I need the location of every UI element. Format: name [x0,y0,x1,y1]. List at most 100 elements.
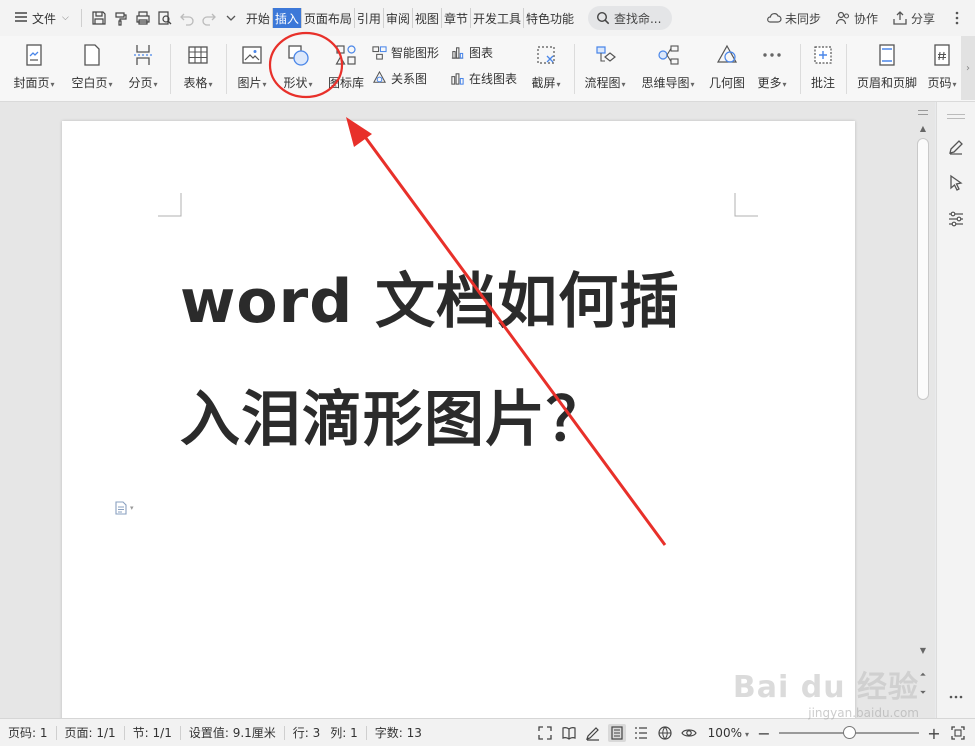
adjust-settings-button[interactable] [945,208,967,230]
status-page-code[interactable]: 页码: 1 [0,724,56,741]
paragraph-layout-button[interactable]: ▾ [114,501,134,515]
scrollbar-thumb[interactable] [917,138,929,400]
status-section[interactable]: 节: 1/1 [125,724,180,741]
status-column[interactable]: 列: 1 [322,724,366,741]
status-word-count[interactable]: 字数: 13 [367,724,430,741]
zoom-in-button[interactable]: + [925,724,943,743]
reading-mode-button[interactable] [560,724,578,742]
save-button[interactable] [88,6,110,30]
tab-section[interactable]: 章节 [442,8,471,28]
sync-status-button[interactable]: 未同步 [766,10,821,27]
document-text-line-2[interactable]: 入泪滴形图片？ [180,371,607,458]
tab-special-features[interactable]: 特色功能 [524,8,576,28]
print-preview-button[interactable] [154,6,176,30]
icon-library-button[interactable]: 图标库 [324,36,368,91]
online-chart-button[interactable]: 在线图表 [450,70,517,87]
print-preview-icon [158,11,172,25]
customize-toolbar-button[interactable] [220,6,242,30]
picture-button[interactable]: 图片▾ [232,36,272,91]
geometry-icon [714,42,740,68]
zoom-slider[interactable] [779,726,919,739]
tab-label: 开发工具 [472,11,521,26]
flowchart-button[interactable]: 流程图▾ [580,36,630,91]
scroll-down-button[interactable]: ▼ [918,646,928,655]
divider [800,44,801,94]
scroll-split-mark [918,110,928,111]
fullscreen-button[interactable] [536,724,554,742]
page-view-button[interactable] [607,724,626,742]
mind-map-button[interactable]: 思维导图▾ [636,36,700,91]
tab-insert[interactable]: 插入 [272,8,302,28]
fit-page-button[interactable] [949,724,967,742]
picture-icon [239,42,265,68]
tab-references[interactable]: 引用 [355,8,384,28]
scroll-up-button[interactable]: ▲ [918,124,928,133]
zoom-slider-knob[interactable] [842,726,856,739]
tab-label: 视图 [414,11,439,26]
status-row[interactable]: 行: 3 [285,724,323,741]
select-cursor-button[interactable] [945,172,967,194]
tab-home[interactable]: 开始 [244,8,273,28]
screenshot-button[interactable]: 截屏▾ [524,36,568,91]
table-button[interactable]: 表格▾ [176,36,220,91]
page-break-label: 分页 [128,76,153,90]
online-chart-icon [451,73,464,85]
cover-page-button[interactable]: 封面页▾ [8,36,60,91]
tab-label: 特色功能 [525,11,574,26]
page-number-button[interactable]: 页码▾ [924,36,960,91]
command-search-input[interactable]: 查找命... [587,6,672,30]
zoom-level-value: 100% [707,726,742,740]
smartart-button[interactable]: 智能图形 [372,44,439,61]
geometry-button[interactable]: 几何图 [706,36,748,91]
relation-chart-button[interactable]: 关系图 [372,70,427,87]
web-view-button[interactable] [656,724,674,742]
more-horizontal-icon [759,42,785,68]
next-page-button[interactable]: ⏷ [918,688,928,698]
globe-icon [658,726,672,740]
file-menu-button[interactable]: 文件 ⌵ [0,5,75,31]
file-menu-label: 文件 [32,11,57,26]
shape-button[interactable]: 形状▾ [276,36,320,91]
vertical-scrollbar[interactable]: ▲ ▼ ⏶ ⏷ [914,102,932,718]
panel-more-button[interactable] [945,686,967,708]
crop-mark-top-right [734,193,758,217]
write-mode-button[interactable] [584,724,602,742]
header-footer-icon [874,42,900,68]
comment-label: 批注 [810,76,835,90]
eye-protection-button[interactable] [680,724,698,742]
document-text-line-1[interactable]: word 文档如何插 [180,253,680,340]
outline-view-button[interactable] [632,724,650,742]
redo-button[interactable] [198,6,220,30]
document-page[interactable]: word 文档如何插 入泪滴形图片？ ▾ [62,121,855,718]
format-painter-icon [115,12,127,26]
print-button[interactable] [132,6,154,30]
format-painter-button[interactable] [110,6,132,30]
undo-button[interactable] [176,6,198,30]
page-view-icon [611,726,623,740]
blank-page-button[interactable]: 空白页▾ [66,36,118,91]
status-setting-value[interactable]: 设置值: 9.1厘米 [181,724,284,741]
tab-review[interactable]: 审阅 [384,8,413,28]
tab-developer[interactable]: 开发工具 [471,8,524,28]
previous-page-button[interactable]: ⏶ [918,670,928,680]
status-page[interactable]: 页面: 1/1 [57,724,124,741]
header-footer-button[interactable]: 页眉和页脚 [852,36,922,91]
tab-page-layout[interactable]: 页面布局 [302,8,355,28]
edit-pen-button[interactable] [945,136,967,158]
chart-button[interactable]: 图表 [450,44,493,61]
tab-view[interactable]: 视图 [413,8,442,28]
ribbon-scroll-right-button[interactable]: › [961,36,975,100]
page-break-button[interactable]: 分页▾ [122,36,164,91]
tab-label: 审阅 [385,11,410,26]
zoom-level-dropdown[interactable]: 100% ▾ [708,726,749,740]
zoom-out-button[interactable]: − [755,724,773,743]
menu-bar: 文件 ⌵ 开始 插入 页面布局 引用 审阅 视图 章节 开发工具 特色功能 查找… [0,0,975,36]
collaborate-button[interactable]: 协作 [835,10,878,27]
comment-button[interactable]: 批注 [806,36,840,91]
page-number-icon [929,42,955,68]
more-options-button[interactable] [949,10,965,26]
share-button[interactable]: 分享 [892,10,935,27]
more-button[interactable]: 更多▾ [752,36,792,91]
printer-icon [136,11,150,25]
page-number-label: 页码 [927,76,952,90]
